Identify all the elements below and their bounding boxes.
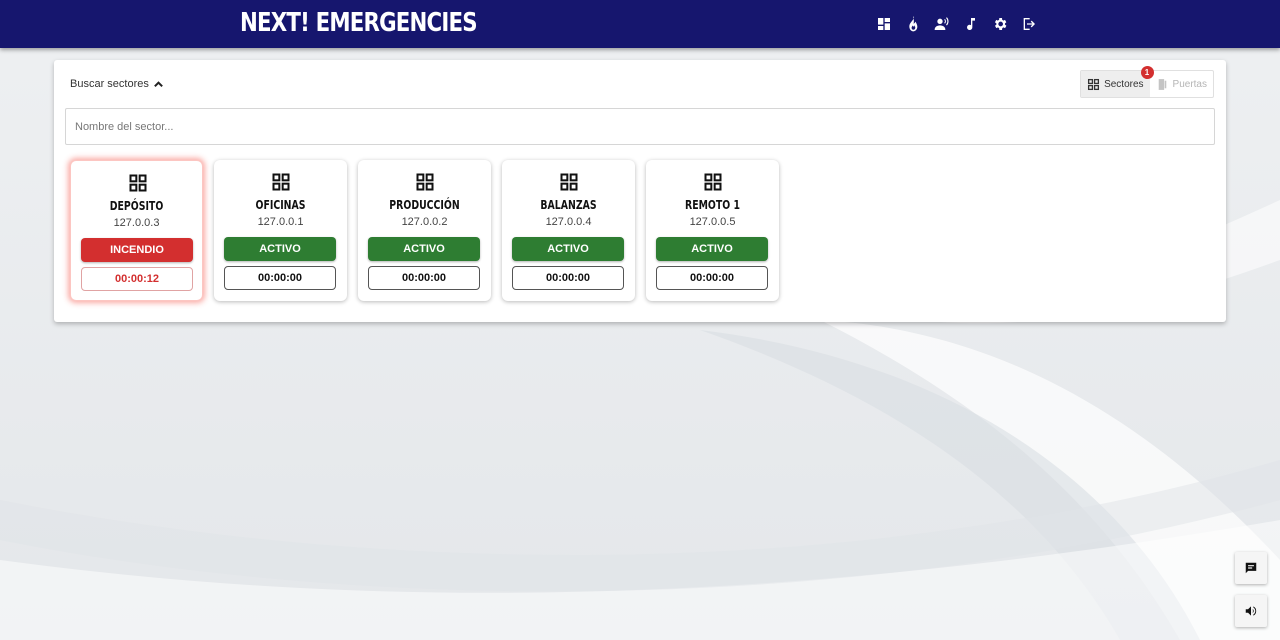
sector-ip: 127.0.0.4 — [545, 216, 592, 228]
sector-name: OFICINAS — [255, 198, 306, 212]
grid-icon — [703, 172, 723, 192]
sector-ip: 127.0.0.3 — [113, 217, 160, 229]
sector-name: DEPÓSITO — [109, 199, 164, 213]
sector-card[interactable]: BALANZAS 127.0.0.4 ACTIVO 00:00:00 — [502, 160, 635, 301]
doors-view-button[interactable]: Puertas — [1150, 71, 1213, 97]
sector-card[interactable]: REMOTO 1 127.0.0.5 ACTIVO 00:00:00 — [646, 160, 779, 301]
sector-status-button[interactable]: ACTIVO — [224, 237, 336, 261]
gear-icon[interactable] — [988, 12, 1011, 36]
sector-card[interactable]: OFICINAS 127.0.0.1 ACTIVO 00:00:00 — [214, 160, 347, 301]
app-title: NEXT! EMERGENCIES — [240, 8, 478, 38]
grid-icon — [415, 172, 435, 192]
sector-card[interactable]: PRODUCCIÓN 127.0.0.2 ACTIVO 00:00:00 — [358, 160, 491, 301]
grid-icon — [1088, 78, 1100, 90]
sectors-view-label: Sectores — [1104, 78, 1144, 90]
sector-timer: 00:00:12 — [81, 267, 193, 291]
music-note-icon[interactable] — [959, 12, 982, 36]
volume-icon — [1245, 606, 1257, 616]
sectors-panel: Buscar sectores Sectores 1 Puertas Nombr… — [54, 60, 1226, 322]
fire-icon[interactable] — [901, 12, 924, 36]
sector-name: REMOTO 1 — [685, 198, 740, 212]
sector-card-list: DEPÓSITO 127.0.0.3 INCENDIO 00:00:12 OFI… — [70, 160, 779, 301]
sector-name: BALANZAS — [540, 198, 597, 212]
view-toggle: Sectores 1 Puertas — [1080, 66, 1214, 98]
sector-status-button[interactable]: ACTIVO — [656, 237, 768, 261]
sector-card[interactable]: DEPÓSITO 127.0.0.3 INCENDIO 00:00:12 — [70, 160, 203, 301]
sectors-view-button[interactable]: Sectores 1 — [1081, 66, 1154, 97]
sector-timer: 00:00:00 — [224, 266, 336, 290]
volume-button[interactable] — [1235, 595, 1267, 627]
search-sectors-label: Buscar sectores — [70, 78, 149, 90]
grid-icon — [271, 172, 291, 192]
sector-status-button[interactable]: ACTIVO — [368, 237, 480, 261]
logout-icon[interactable] — [1017, 12, 1040, 36]
grid-icon — [128, 173, 148, 193]
sector-name: PRODUCCIÓN — [389, 198, 460, 212]
sector-timer: 00:00:00 — [512, 266, 624, 290]
sector-ip: 127.0.0.1 — [257, 216, 304, 228]
sector-ip: 127.0.0.2 — [401, 216, 448, 228]
sector-status-button[interactable]: INCENDIO — [81, 238, 193, 262]
sector-timer: 00:00:00 — [656, 266, 768, 290]
doors-view-label: Puertas — [1172, 78, 1207, 90]
search-sectors-toggle[interactable]: Buscar sectores — [70, 76, 164, 92]
dashboard-icon[interactable] — [872, 12, 895, 36]
top-bar: NEXT! EMERGENCIES — [0, 0, 1280, 48]
sector-name-search-input[interactable] — [65, 108, 1215, 145]
grid-icon — [559, 172, 579, 192]
sector-timer: 00:00:00 — [368, 266, 480, 290]
voice-icon[interactable] — [930, 12, 953, 36]
message-icon — [1245, 562, 1257, 574]
messages-button[interactable] — [1235, 552, 1267, 584]
sector-ip: 127.0.0.5 — [689, 216, 736, 228]
chevron-up-icon — [153, 80, 163, 87]
top-toolbar — [872, 12, 1040, 36]
door-icon — [1158, 78, 1166, 90]
sector-status-button[interactable]: ACTIVO — [512, 237, 624, 261]
